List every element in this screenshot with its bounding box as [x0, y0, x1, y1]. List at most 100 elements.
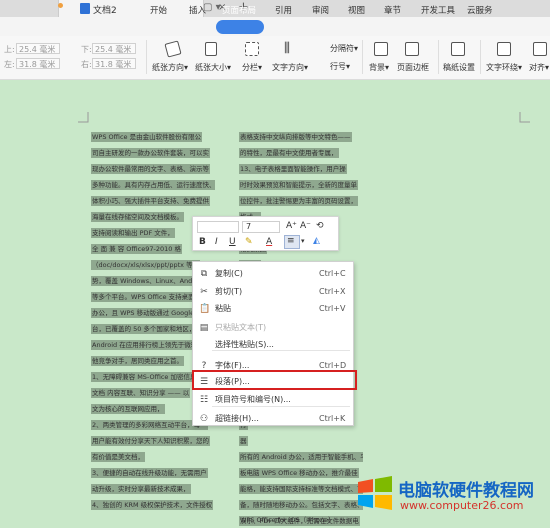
text-line-content: 位控件，批注警惕更为丰富的页码设置， — [239, 196, 358, 206]
text-line: 的特性，是最有中文使用者专属， — [237, 147, 363, 162]
document-icon — [80, 3, 90, 14]
underline-button[interactable]: U — [229, 237, 236, 247]
page-border-button[interactable]: 页面边框 — [397, 62, 429, 73]
columns-button[interactable]: 分栏▾ — [242, 62, 262, 73]
margin-left-value: 31.8 毫米 — [19, 60, 56, 69]
page-border-icon — [405, 42, 419, 56]
text-direction-icon: ⫼ — [284, 41, 290, 56]
margin-bottom-label: 下: — [81, 45, 92, 54]
menu-item-bullets[interactable]: ☷ 项目符号和编号(N)... — [193, 391, 353, 408]
text-line-content: 所有的 Android 办公，适用于智能手机、平 — [239, 452, 363, 462]
menu-item-label: 剪切(T) — [215, 287, 243, 296]
break-button[interactable]: 分隔符▾ — [330, 43, 358, 54]
text-line: 13、电子表格里面智能操作，用户操 — [237, 163, 363, 178]
paragraph-format-icon[interactable]: ◭ — [313, 236, 320, 246]
page-corner-top-left — [78, 112, 89, 123]
text-line: 多种功能。具有内存占用低、运行速度快、 — [89, 179, 215, 194]
tab-references[interactable]: 引用 — [275, 4, 292, 16]
align-icon: ≡ — [287, 236, 295, 246]
tab-chapter[interactable]: 章节 — [384, 4, 401, 16]
text-line-content: 等多个平台。WPS Office 支持桌面和 — [91, 292, 203, 302]
paste-text-icon: ▤ — [199, 323, 209, 333]
orientation-button[interactable]: 纸张方向▾ — [152, 62, 188, 73]
text-line-content: 的特性，是最有中文使用者专属， — [239, 148, 339, 158]
background-button[interactable]: 背景▾ — [369, 62, 389, 73]
tab-developer[interactable]: 开发工具 — [421, 4, 455, 16]
align-dropdown-icon[interactable]: ▾ — [301, 237, 305, 245]
clear-format-button[interactable]: ⟲ — [316, 221, 324, 231]
paper-size-button[interactable]: 纸张大小▾ — [195, 62, 231, 73]
menu-item-label: 字体(F)... — [215, 361, 250, 370]
hyperlink-icon: ⚇ — [199, 414, 209, 424]
text-line: 能格，能支持国际支持标准等文档模式、可 — [237, 483, 363, 498]
tab-page-layout[interactable]: 页面布局 — [222, 4, 256, 16]
menu-item-cut[interactable]: ✂ 剪切(T) Ctrl+X — [193, 283, 353, 300]
text-line-content: 文为核心的互联网应用， — [91, 404, 165, 414]
menu-item-font[interactable]: ? 字体(F)... Ctrl+D — [193, 357, 353, 374]
menu-item-label: 选择性粘贴(S)... — [215, 340, 274, 349]
text-line: 动升级，实时分享最新技术成果， — [89, 483, 215, 498]
ribbon-divider — [480, 40, 481, 74]
ribbon-divider — [362, 40, 363, 74]
draft-paper-button[interactable]: 稿纸设置 — [443, 62, 475, 73]
tab-view[interactable]: 视图 — [348, 4, 365, 16]
text-line: 司自主研发的一款办公软件套装，可以实 — [89, 147, 215, 162]
paste-icon: 📋 — [199, 304, 211, 314]
text-line: 用户能有效付分享天下人知识积累，您的 — [89, 435, 215, 450]
tab-home[interactable]: 开始 — [150, 4, 167, 16]
menu-item-label: 只粘贴文本(T) — [215, 323, 267, 332]
grow-font-button[interactable]: A⁺ — [286, 221, 297, 231]
align-button[interactable]: 对齐▾ — [529, 62, 549, 73]
menu-item-shortcut: Ctrl+K — [319, 414, 346, 423]
background-icon — [374, 42, 388, 56]
text-wrap-button[interactable]: 文字环绕▾ — [486, 62, 522, 73]
text-line-content: 全 面 兼 容 Office97-2010 格 — [91, 244, 182, 254]
margin-right-value: 31.8 毫米 — [95, 60, 132, 69]
text-line-content: 表格支持中文纵向排版等中文特色—— — [239, 132, 352, 142]
text-line: 3、便捷的自动在线升级功能，无需用户 — [89, 467, 215, 482]
mini-toolbar: 7 A⁺ A⁻ ⟲ B I U ✎ A ≡ ▾ ◭ — [192, 216, 339, 251]
text-line-content: 有价值是美文档， — [91, 452, 145, 462]
windows-logo — [358, 476, 392, 510]
menu-item-paste-text: ▤ 只粘贴文本(T) — [193, 319, 353, 336]
columns-icon — [245, 42, 259, 56]
page-corner-top-right — [519, 112, 530, 123]
tab-review[interactable]: 审阅 — [312, 4, 329, 16]
text-line: 所有的 Android 办公，适用于智能手机、平 — [237, 451, 363, 466]
menu-item-paragraph[interactable]: ☰ 段落(P)... — [193, 373, 353, 390]
text-line: 位控件，批注警惕更为丰富的页码设置， — [237, 195, 363, 210]
text-line: 备，随时随地移动办公。包括文字、表格、 — [237, 499, 363, 514]
text-line-content: 1、无障碍兼容 MS-Office 加密信息 — [91, 372, 198, 382]
menu-item-hyperlink[interactable]: ⚇ 超链接(H)... Ctrl+K — [193, 410, 353, 427]
line-number-button[interactable]: 行号▾ — [330, 61, 350, 72]
font-color-button[interactable]: A — [266, 237, 272, 247]
text-line-content: 司自主研发的一款办公软件套装，可以实 — [91, 148, 210, 158]
text-line-content: 文档 内容互联、知识分享 —— 以 — [91, 388, 191, 398]
font-size-field[interactable]: 7 — [242, 221, 280, 233]
tab-insert[interactable]: 插入 — [189, 4, 206, 16]
menu-item-label: 粘贴 — [215, 304, 231, 313]
text-line-content: WPS Office 是由金山软件股份有限公 — [91, 132, 203, 142]
menu-item-paste-special[interactable]: 选择性粘贴(S)... — [193, 336, 353, 353]
menu-item-paste[interactable]: 📋 粘贴 Ctrl+V — [193, 300, 353, 317]
margin-top-value: 25.4 毫米 — [19, 45, 56, 54]
text-line-content: 能格，能支持国际支持标准等文档模式、可 — [239, 484, 363, 494]
italic-button[interactable]: I — [215, 237, 218, 247]
text-line-content: 3、便捷的自动在线升级功能，无需用户 — [91, 468, 208, 478]
text-line-content: 海量在线存储空间及文档模板。 — [91, 212, 184, 222]
text-line-content: Android 在应用排行榜上领先于微软及 — [91, 340, 205, 350]
shrink-font-button[interactable]: A⁻ — [300, 221, 311, 231]
highlight-button[interactable]: ✎ — [245, 237, 253, 247]
bold-button[interactable]: B — [199, 237, 206, 247]
text-line: 现办公软件最常用的文字、表格、演示等 — [89, 163, 215, 178]
ribbon — [0, 36, 550, 80]
menu-item-shortcut: Ctrl+C — [319, 269, 346, 278]
menu-bar — [0, 17, 550, 36]
text-line-content: 板电脑 WPS Office 移动办公，推介最佳 — [239, 468, 359, 478]
text-line: 器 — [237, 435, 363, 450]
font-name-field[interactable] — [197, 221, 239, 233]
text-direction-button[interactable]: 文字方向▾ — [272, 62, 308, 73]
tab-cloud[interactable]: 云服务 — [467, 4, 493, 16]
menu-item-copy[interactable]: ⧉ 复制(C) Ctrl+C — [193, 265, 353, 282]
text-line-content: 2、两类管理的多彩网络互动平台，每一 — [91, 420, 208, 430]
